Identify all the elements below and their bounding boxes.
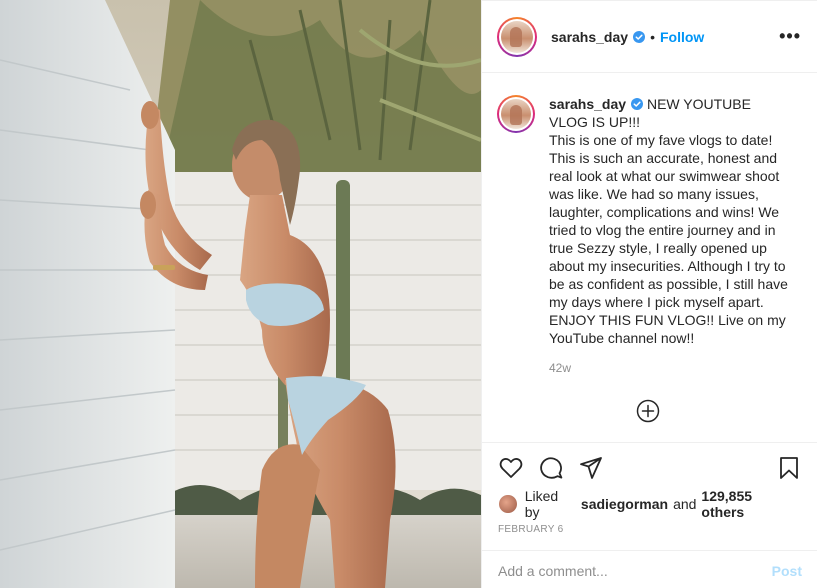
- caption-body: This is one of my fave vlogs to date! Th…: [549, 132, 788, 346]
- post-header: sarahs_day • Follow •••: [482, 1, 817, 73]
- more-options-icon[interactable]: •••: [779, 26, 801, 47]
- plus-circle-icon[interactable]: [636, 399, 660, 423]
- likes-count[interactable]: 129,855 others: [701, 488, 797, 520]
- caption-timestamp[interactable]: 42w: [549, 361, 801, 375]
- caption-row: sarahs_day NEW YOUTUBE VLOG IS UP!!! Thi…: [497, 95, 801, 347]
- caption-area: sarahs_day NEW YOUTUBE VLOG IS UP!!! Thi…: [482, 73, 817, 441]
- comment-form: Post: [482, 550, 817, 588]
- caption-username[interactable]: sarahs_day: [549, 96, 626, 112]
- liked-by-user[interactable]: sadiegorman: [581, 496, 668, 512]
- post-comment-button[interactable]: Post: [772, 563, 802, 579]
- author-avatar[interactable]: [497, 16, 537, 57]
- author-username[interactable]: sarahs_day: [551, 29, 628, 45]
- instagram-post-modal: sarahs_day • Follow ••• sarahs_day NEW Y…: [0, 0, 817, 588]
- heart-icon[interactable]: [498, 455, 524, 481]
- likes-summary: Liked by sadiegorman and 129,855 others: [482, 488, 817, 520]
- liked-by-and: and: [673, 496, 697, 512]
- post-photo-illustration: [0, 0, 481, 588]
- post-actions: Liked by sadiegorman and 129,855 others …: [482, 442, 817, 588]
- verified-badge-icon: [631, 98, 644, 110]
- share-icon[interactable]: [578, 455, 604, 481]
- caption-text: sarahs_day NEW YOUTUBE VLOG IS UP!!! Thi…: [549, 95, 789, 347]
- liked-by-prefix: Liked by: [524, 488, 559, 520]
- bookmark-icon[interactable]: [776, 455, 802, 481]
- comment-input[interactable]: [498, 562, 772, 579]
- verified-badge-icon: [633, 30, 646, 43]
- liker-avatar[interactable]: [498, 494, 518, 514]
- action-icons-row: [482, 443, 817, 493]
- post-photo[interactable]: [0, 0, 481, 588]
- caption-avatar[interactable]: [497, 95, 535, 133]
- separator-dot: •: [650, 28, 655, 45]
- comment-icon[interactable]: [538, 455, 564, 481]
- post-side-panel: sarahs_day • Follow ••• sarahs_day NEW Y…: [481, 0, 817, 588]
- follow-button[interactable]: Follow: [660, 29, 704, 45]
- post-date[interactable]: FEBRUARY 6: [482, 524, 817, 535]
